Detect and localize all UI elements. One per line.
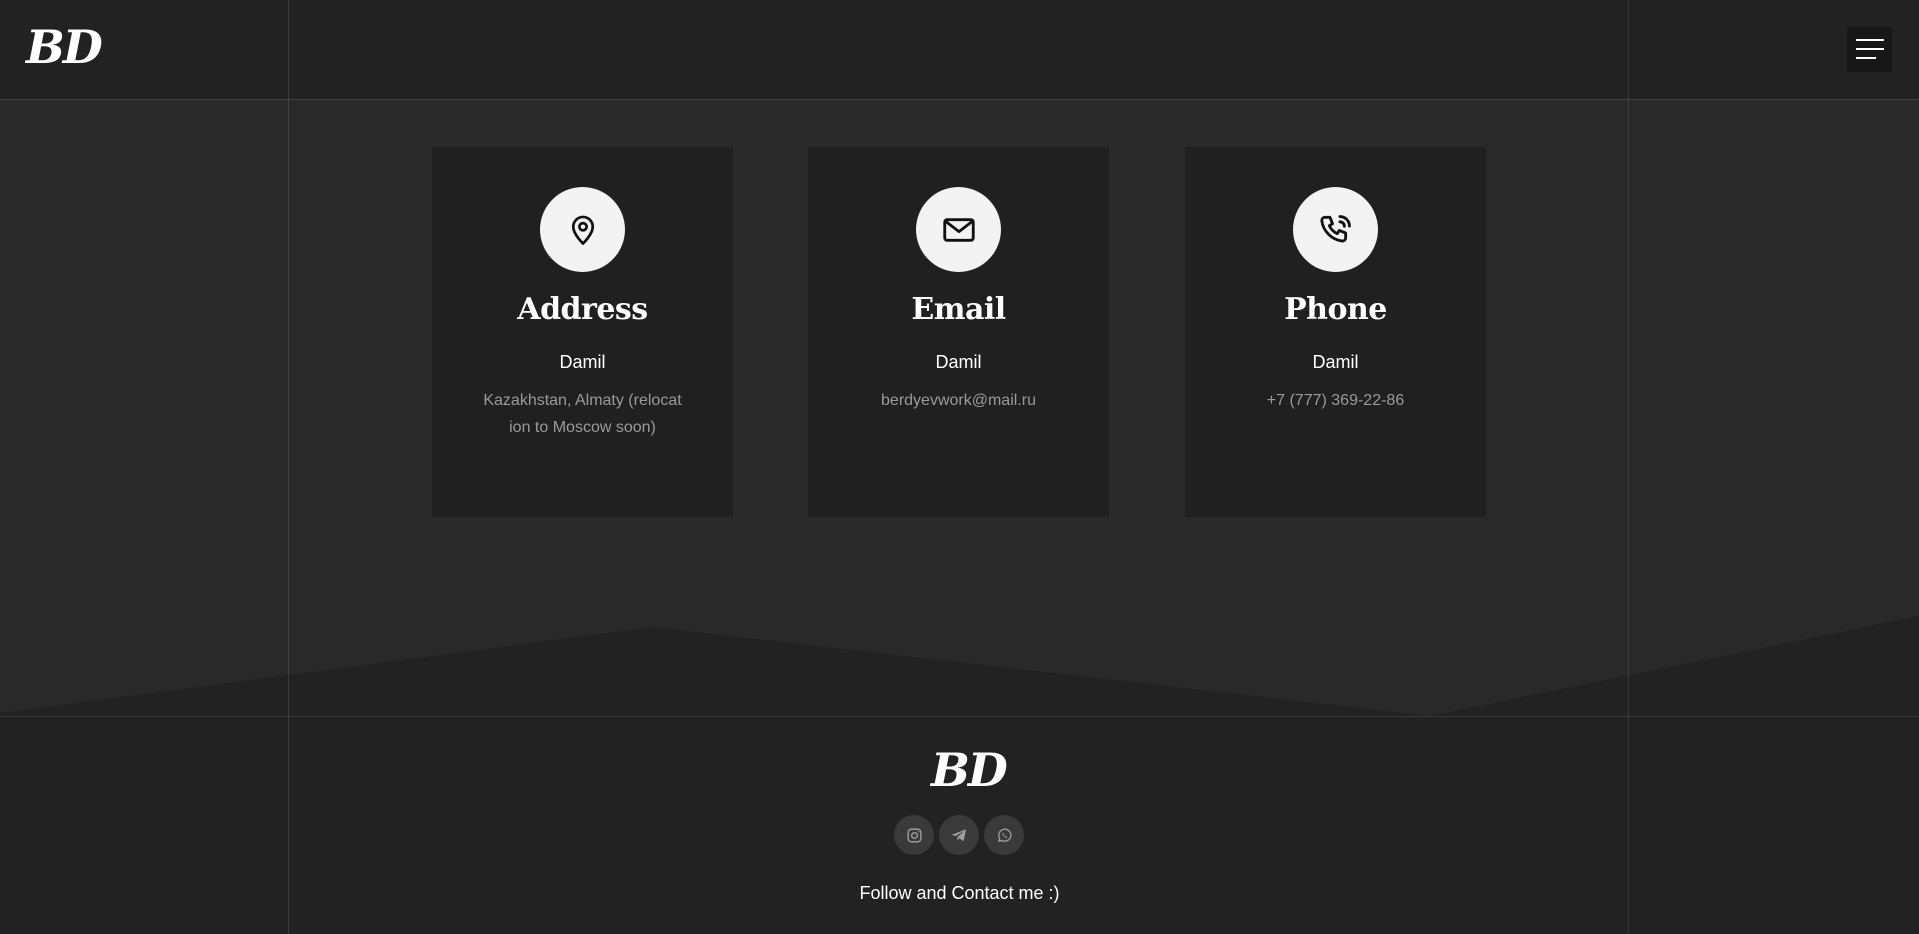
icon-circle bbox=[916, 187, 1001, 272]
footer-logo[interactable]: BD bbox=[931, 743, 1008, 797]
card-title: Phone bbox=[1284, 292, 1387, 327]
whatsapp-icon bbox=[997, 828, 1012, 842]
card-name: Damil bbox=[559, 352, 606, 372]
contact-card-phone: Phone Damil +7 (777) 369-22-86 bbox=[1185, 147, 1486, 517]
location-pin-icon bbox=[571, 215, 594, 245]
grid-line bbox=[1628, 0, 1629, 934]
hamburger-menu-icon bbox=[1856, 39, 1884, 41]
telegram-icon bbox=[951, 829, 966, 841]
phone-icon bbox=[1319, 214, 1351, 243]
icon-circle bbox=[540, 187, 625, 272]
whatsapp-button[interactable] bbox=[984, 815, 1024, 855]
address-value: Kazakhstan, Almaty (relocation to Moscow… bbox=[483, 392, 682, 436]
menu-button[interactable] bbox=[1847, 27, 1892, 72]
phone-link[interactable]: +7 (777) 369-22-86 bbox=[1235, 387, 1436, 414]
card-name: Damil bbox=[935, 352, 982, 372]
card-title: Address bbox=[517, 292, 648, 327]
instagram-button[interactable] bbox=[894, 815, 934, 855]
site-logo[interactable]: BD bbox=[26, 20, 103, 74]
contact-card-address: Address Damil Kazakhstan, Almaty (reloca… bbox=[432, 147, 733, 517]
email-link[interactable]: berdyevwork@mail.ru bbox=[858, 387, 1059, 414]
grid-line bbox=[0, 99, 1919, 100]
card-title: Email bbox=[911, 292, 1006, 327]
envelope-icon bbox=[942, 217, 975, 242]
instagram-icon bbox=[906, 827, 922, 843]
card-name: Damil bbox=[1312, 352, 1359, 372]
icon-circle bbox=[1293, 187, 1378, 272]
grid-line bbox=[0, 716, 1919, 717]
telegram-button[interactable] bbox=[939, 815, 979, 855]
grid-line bbox=[288, 0, 289, 934]
contact-card-email: Email Damil berdyevwork@mail.ru bbox=[808, 147, 1109, 517]
